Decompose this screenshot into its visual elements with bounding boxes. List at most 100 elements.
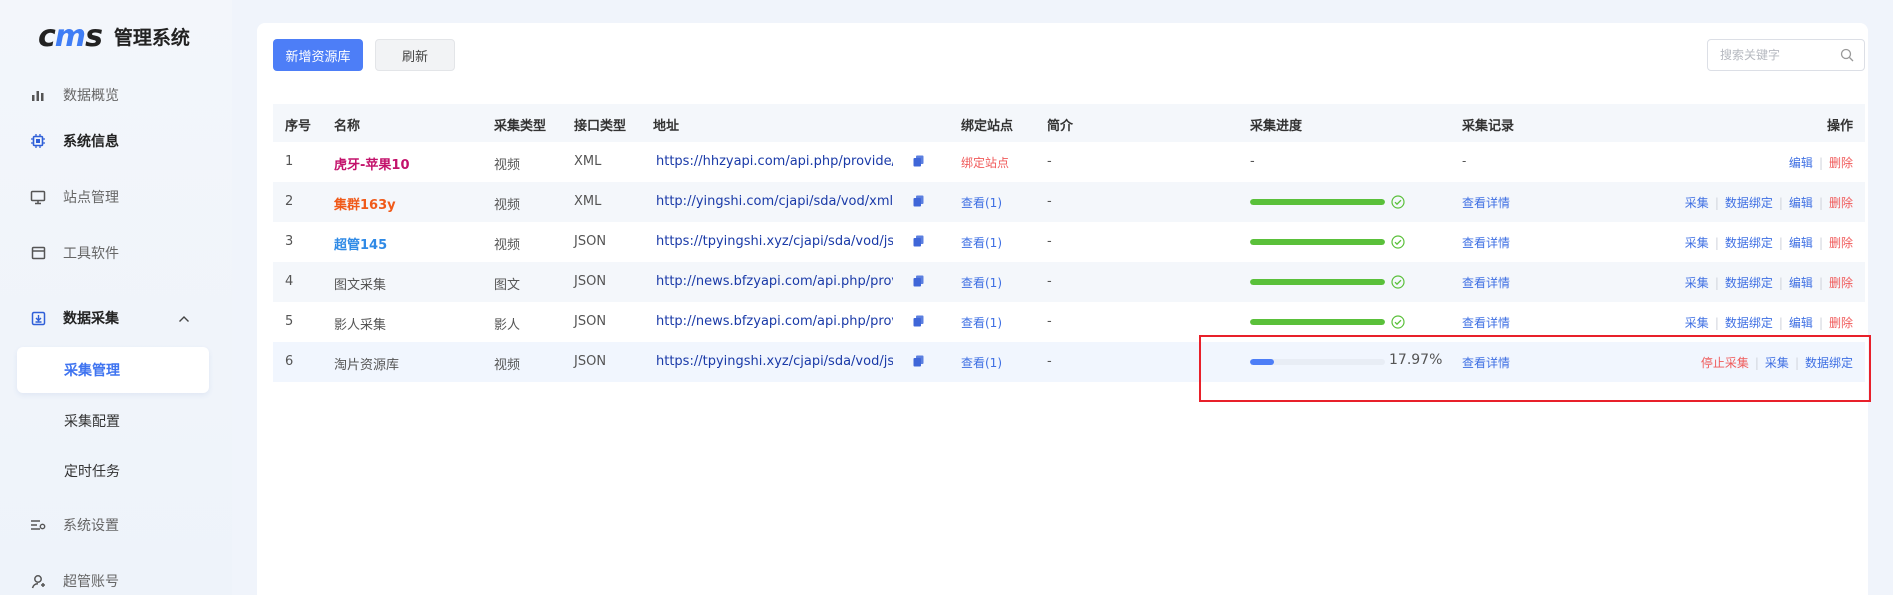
progress-fill	[1250, 319, 1385, 325]
search-input[interactable]	[1720, 48, 1840, 62]
monitor-icon	[29, 188, 47, 206]
row-url[interactable]: http://news.bfzyapi.com/api.php/provide/…	[656, 274, 893, 289]
sidebar: cms 管理系统 数据概览 系统信息 站点管理 工具软件 数据采集 采集管理 采…	[0, 0, 232, 595]
sidebar-item-tools[interactable]: 工具软件	[0, 233, 232, 273]
copy-icon[interactable]	[913, 195, 924, 211]
progress-bar	[1250, 279, 1385, 285]
op-button[interactable]: 删除	[1829, 236, 1853, 250]
op-button[interactable]: 数据绑定	[1725, 276, 1773, 290]
op-button[interactable]: 编辑	[1789, 236, 1813, 250]
row-name: 集群163y	[334, 198, 396, 213]
sidebar-item-admin-account[interactable]: 超管账号	[0, 561, 232, 595]
op-button[interactable]: 编辑	[1789, 196, 1813, 210]
row-desc: -	[1047, 234, 1052, 249]
header-ops: 操作	[1826, 119, 1853, 134]
separator: |	[1778, 316, 1783, 330]
settings-icon	[29, 516, 47, 534]
copy-icon[interactable]	[913, 155, 924, 171]
row-name: 虎牙-苹果10	[334, 158, 410, 173]
op-button[interactable]: 采集	[1685, 236, 1709, 250]
progress-percent: 17.97%	[1389, 352, 1443, 368]
row-ops: 采集 | 数据绑定 | 编辑 | 删除	[1685, 314, 1853, 331]
sidebar-item-data-collect[interactable]: 数据采集	[0, 298, 232, 338]
op-button[interactable]: 采集	[1685, 196, 1709, 210]
sidebar-subitem-scheduled-tasks[interactable]: 定时任务	[17, 448, 209, 494]
row-record[interactable]: 查看详情	[1462, 314, 1510, 331]
op-button[interactable]: 编辑	[1789, 316, 1813, 330]
copy-icon[interactable]	[913, 355, 924, 371]
search-icon[interactable]	[1840, 48, 1854, 66]
op-button[interactable]: 采集	[1685, 276, 1709, 290]
row-bind-site[interactable]: 查看(1)	[961, 274, 1002, 291]
sidebar-item-label: 数据概览	[63, 88, 119, 104]
op-button[interactable]: 数据绑定	[1725, 316, 1773, 330]
sidebar-item-label: 站点管理	[63, 190, 119, 206]
row-collect-type: 视频	[494, 238, 521, 253]
sidebar-item-settings[interactable]: 系统设置	[0, 505, 232, 545]
row-bind-site[interactable]: 查看(1)	[961, 314, 1002, 331]
row-url[interactable]: https://tpyingshi.xyz/cjapi/sda/vod/json…	[656, 234, 893, 249]
progress-fill	[1250, 239, 1385, 245]
row-bind-site[interactable]: 查看(1)	[961, 194, 1002, 211]
op-button[interactable]: 编辑	[1789, 156, 1813, 170]
row-url[interactable]: http://news.bfzyapi.com/api.php/provide/…	[656, 314, 893, 329]
row-name: 图文采集	[334, 278, 387, 293]
op-button[interactable]: 删除	[1829, 196, 1853, 210]
separator: |	[1778, 196, 1783, 210]
row-api-type: XML	[574, 154, 602, 169]
row-index: 4	[285, 274, 294, 289]
table-body: 1 虎牙-苹果10 视频 XML https://hhzyapi.com/api…	[273, 142, 1865, 382]
op-button[interactable]: 采集	[1765, 356, 1789, 370]
header-desc: 简介	[1047, 119, 1074, 134]
row-record[interactable]: 查看详情	[1462, 274, 1510, 291]
op-button[interactable]: 采集	[1685, 316, 1709, 330]
op-button[interactable]: 编辑	[1789, 276, 1813, 290]
sidebar-subitem-collect-manage[interactable]: 采集管理	[17, 347, 209, 393]
refresh-button[interactable]: 刷新	[375, 39, 455, 71]
copy-icon[interactable]	[913, 275, 924, 291]
op-button[interactable]: 数据绑定	[1725, 236, 1773, 250]
op-button[interactable]: 删除	[1829, 156, 1853, 170]
row-index: 1	[285, 154, 294, 169]
separator: |	[1818, 316, 1823, 330]
search-box	[1707, 39, 1865, 71]
separator: |	[1778, 276, 1783, 290]
row-url[interactable]: http://yingshi.com/cjapi/sda/vod/xml.htm…	[656, 194, 893, 209]
row-record[interactable]: 查看详情	[1462, 194, 1510, 211]
chevron-up-icon[interactable]	[178, 311, 190, 327]
check-circle-icon	[1391, 315, 1405, 333]
sidebar-subitem-collect-config[interactable]: 采集配置	[17, 398, 209, 444]
row-record[interactable]: 查看详情	[1462, 234, 1510, 251]
table-row: 3 超管145 视频 JSON https://tpyingshi.xyz/cj…	[273, 222, 1865, 262]
sidebar-item-overview[interactable]: 数据概览	[0, 75, 232, 115]
sidebar-item-system-info[interactable]: 系统信息	[0, 121, 232, 161]
separator: |	[1714, 276, 1719, 290]
op-button[interactable]: 数据绑定	[1805, 356, 1853, 370]
progress: 17.97%	[1250, 352, 1445, 369]
logo-mark: cms	[38, 18, 103, 54]
row-url[interactable]: https://tpyingshi.xyz/cjapi/sda/vod/json…	[656, 354, 893, 369]
row-bind-site[interactable]: 查看(1)	[961, 354, 1002, 371]
copy-icon[interactable]	[913, 235, 924, 251]
row-record[interactable]: 查看详情	[1462, 354, 1510, 371]
separator: |	[1818, 196, 1823, 210]
copy-icon[interactable]	[913, 315, 924, 331]
row-bind-site[interactable]: 绑定站点	[961, 154, 1009, 171]
header-api-type: 接口类型	[574, 119, 627, 134]
header-name: 名称	[334, 119, 361, 134]
row-name: 淘片资源库	[334, 358, 400, 373]
row-name: 影人采集	[334, 318, 387, 333]
op-button[interactable]: 停止采集	[1701, 356, 1749, 370]
row-bind-site[interactable]: 查看(1)	[961, 234, 1002, 251]
sidebar-item-site-manage[interactable]: 站点管理	[0, 177, 232, 217]
op-button[interactable]: 删除	[1829, 316, 1853, 330]
op-button[interactable]: 数据绑定	[1725, 196, 1773, 210]
check-circle-icon	[1391, 275, 1405, 293]
op-button[interactable]: 删除	[1829, 276, 1853, 290]
add-resource-button[interactable]: 新增资源库	[273, 39, 363, 71]
separator: |	[1818, 236, 1823, 250]
row-ops: 编辑 | 删除	[1789, 154, 1853, 171]
row-url[interactable]: https://hhzyapi.com/api.php/provide/vod	[656, 154, 893, 169]
row-index: 5	[285, 314, 294, 329]
row-api-type: JSON	[574, 354, 607, 369]
